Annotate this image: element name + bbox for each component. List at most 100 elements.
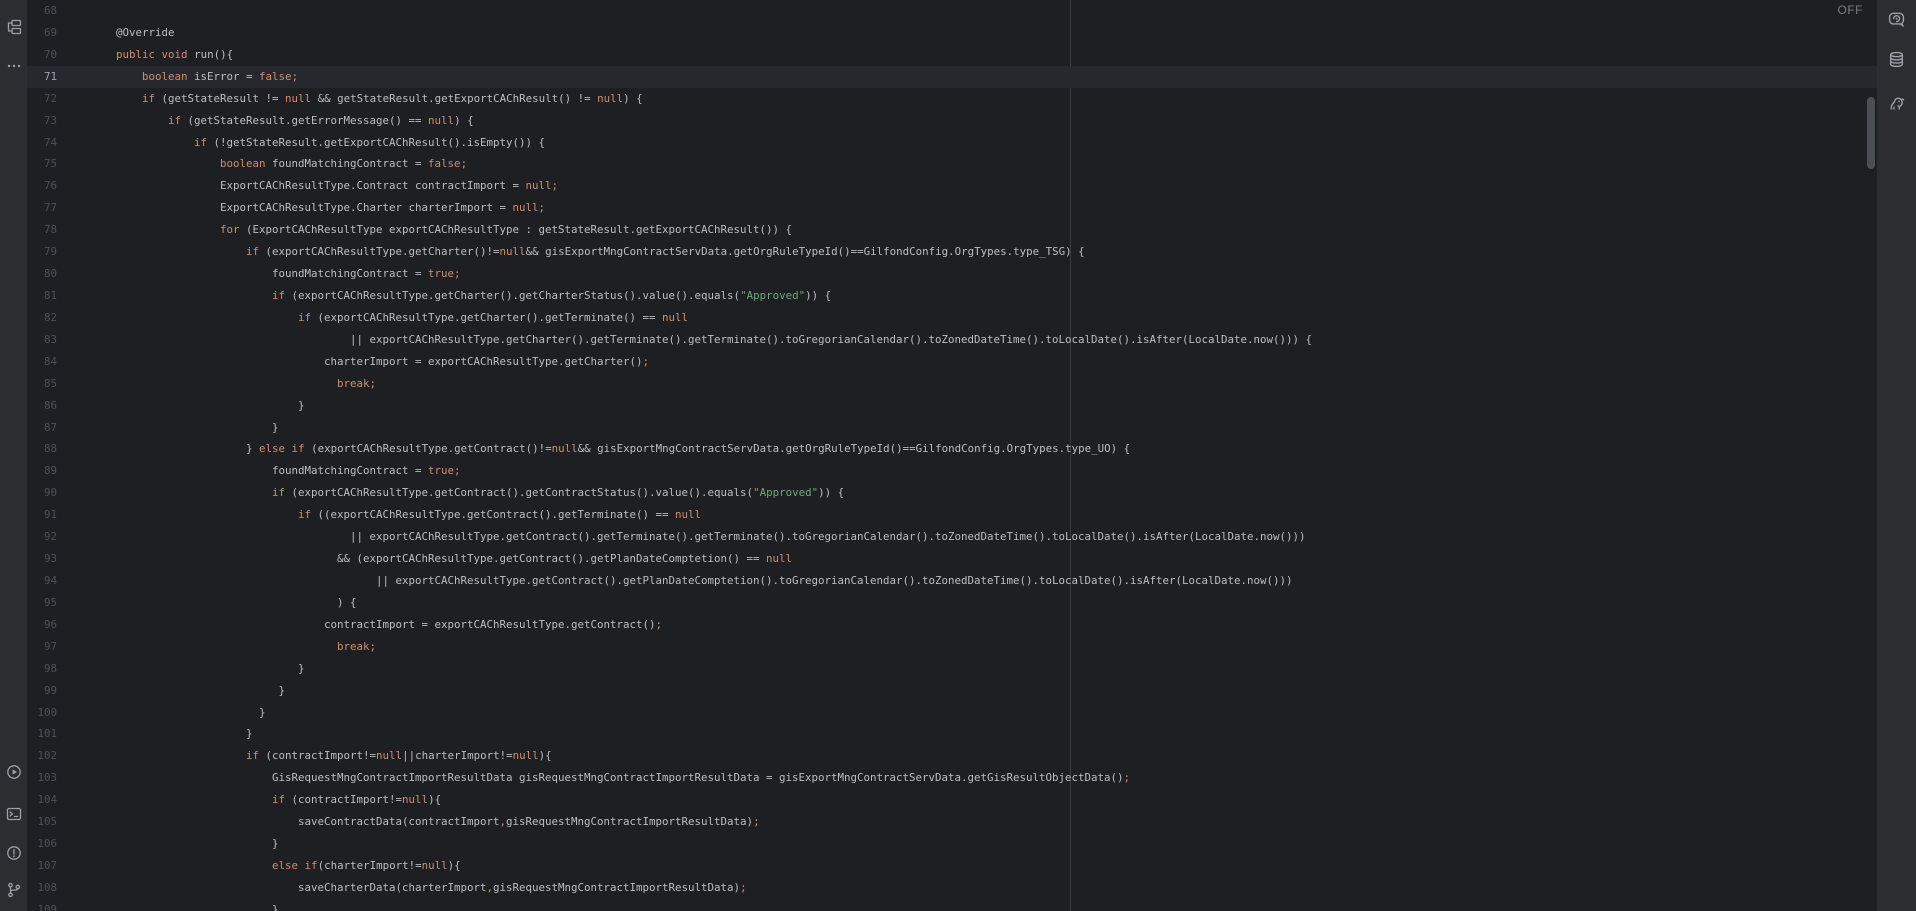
code-line-94[interactable]: 94 || exportCAChResultType.getContract()… <box>27 570 1877 592</box>
line-number[interactable]: 107 <box>27 855 88 877</box>
terminal-tool-button[interactable] <box>4 804 24 824</box>
line-number[interactable]: 86 <box>27 395 88 417</box>
code-line-86[interactable]: 86 } <box>27 395 1877 417</box>
code-text: } <box>90 837 279 851</box>
line-number[interactable]: 74 <box>27 132 88 154</box>
line-number[interactable]: 73 <box>27 110 88 132</box>
line-number[interactable]: 68 <box>27 0 88 22</box>
line-number[interactable]: 106 <box>27 833 88 855</box>
code-line-103[interactable]: 103 GisRequestMngContractImportResultDat… <box>27 767 1877 789</box>
line-number[interactable]: 108 <box>27 877 88 899</box>
line-number[interactable]: 88 <box>27 438 88 460</box>
code-line-92[interactable]: 92 || exportCAChResultType.getContract()… <box>27 526 1877 548</box>
code-line-76[interactable]: 76 ExportCAChResultType.Contract contrac… <box>27 175 1877 197</box>
line-number[interactable]: 70 <box>27 44 88 66</box>
code-line-82[interactable]: 82 if (exportCAChResultType.getCharter()… <box>27 307 1877 329</box>
line-number[interactable]: 69 <box>27 22 88 44</box>
code-text: saveContractData(contractImport,gisReque… <box>90 815 760 829</box>
code-line-109[interactable]: 109 } <box>27 899 1877 911</box>
code-text: for (ExportCAChResultType exportCAChResu… <box>220 223 793 237</box>
code-line-104[interactable]: 104 if (contractImport!=null){ <box>27 789 1877 811</box>
code-line-97[interactable]: 97 break; <box>27 636 1877 658</box>
line-number[interactable]: 89 <box>27 460 88 482</box>
line-number[interactable]: 84 <box>27 351 88 373</box>
line-number[interactable]: 92 <box>27 526 88 548</box>
line-number[interactable]: 81 <box>27 285 88 307</box>
code-line-98[interactable]: 98 } <box>27 658 1877 680</box>
line-number[interactable]: 94 <box>27 570 88 592</box>
line-number[interactable]: 99 <box>27 680 88 702</box>
code-line-106[interactable]: 106 } <box>27 833 1877 855</box>
code-line-78[interactable]: 78 for (ExportCAChResultType exportCAChR… <box>27 219 1877 241</box>
database-tool-button[interactable] <box>1887 49 1907 69</box>
code-line-89[interactable]: 89 foundMatchingContract = true; <box>27 460 1877 482</box>
code-line-108[interactable]: 108 saveCharterData(charterImport,gisReq… <box>27 877 1877 899</box>
ai-assistant-tool-button[interactable] <box>1887 9 1907 29</box>
code-line-99[interactable]: 99 } <box>27 680 1877 702</box>
code-line-68[interactable]: 68 <box>27 0 1877 22</box>
gradle-tool-button[interactable] <box>1887 93 1907 113</box>
line-number[interactable]: 97 <box>27 636 88 658</box>
code-line-72[interactable]: 72 if (getStateResult != null && getStat… <box>27 88 1877 110</box>
code-line-81[interactable]: 81 if (exportCAChResultType.getCharter()… <box>27 285 1877 307</box>
inspection-highlighting-badge[interactable]: OFF <box>1838 3 1864 17</box>
line-number[interactable]: 100 <box>27 702 88 724</box>
code-editor[interactable]: OFF 68 69 @Override 70 public void run(){7… <box>27 0 1877 911</box>
structure-tool-button[interactable] <box>4 17 24 37</box>
line-number[interactable]: 75 <box>27 153 88 175</box>
editor-scrollbar-thumb[interactable] <box>1867 97 1875 169</box>
line-number[interactable]: 91 <box>27 504 88 526</box>
code-line-75[interactable]: 75 boolean foundMatchingContract = false… <box>27 153 1877 175</box>
code-line-102[interactable]: 102 if (contractImport!=null||charterImp… <box>27 745 1877 767</box>
code-line-105[interactable]: 105 saveContractData(contractImport,gisR… <box>27 811 1877 833</box>
line-number[interactable]: 72 <box>27 88 88 110</box>
problems-tool-button[interactable] <box>4 843 24 863</box>
code-line-69[interactable]: 69 @Override <box>27 22 1877 44</box>
code-line-83[interactable]: 83 || exportCAChResultType.getCharter().… <box>27 329 1877 351</box>
code-line-77[interactable]: 77 ExportCAChResultType.Charter charterI… <box>27 197 1877 219</box>
code-line-88[interactable]: 88 } else if (exportCAChResultType.getCo… <box>27 438 1877 460</box>
line-number[interactable]: 102 <box>27 745 88 767</box>
line-number[interactable]: 85 <box>27 373 88 395</box>
line-number[interactable]: 76 <box>27 175 88 197</box>
line-number[interactable]: 103 <box>27 767 88 789</box>
code-line-87[interactable]: 87 } <box>27 417 1877 439</box>
code-line-80[interactable]: 80 foundMatchingContract = true; <box>27 263 1877 285</box>
line-number[interactable]: 78 <box>27 219 88 241</box>
code-line-91[interactable]: 91 if ((exportCAChResultType.getContract… <box>27 504 1877 526</box>
code-line-90[interactable]: 90 if (exportCAChResultType.getContract(… <box>27 482 1877 504</box>
code-line-95[interactable]: 95 ) { <box>27 592 1877 614</box>
code-line-107[interactable]: 107 else if(charterImport!=null){ <box>27 855 1877 877</box>
code-line-93[interactable]: 93 && (exportCAChResultType.getContract(… <box>27 548 1877 570</box>
code-line-74[interactable]: 74 if (!getStateResult.getExportCAChResu… <box>27 132 1877 154</box>
line-number[interactable]: 80 <box>27 263 88 285</box>
code-line-79[interactable]: 79 if (exportCAChResultType.getCharter()… <box>27 241 1877 263</box>
line-number[interactable]: 87 <box>27 417 88 439</box>
more-tool-windows-button[interactable] <box>4 56 24 76</box>
version-control-tool-button[interactable] <box>4 880 24 900</box>
code-line-96[interactable]: 96 contractImport = exportCAChResultType… <box>27 614 1877 636</box>
code-line-100[interactable]: 100 } <box>27 702 1877 724</box>
code-line-73[interactable]: 73 if (getStateResult.getErrorMessage() … <box>27 110 1877 132</box>
line-number[interactable]: 105 <box>27 811 88 833</box>
line-number[interactable]: 98 <box>27 658 88 680</box>
code-line-70[interactable]: 70 public void run(){ <box>27 44 1877 66</box>
line-number[interactable]: 93 <box>27 548 88 570</box>
code-line-101[interactable]: 101 } <box>27 723 1877 745</box>
line-number[interactable]: 109 <box>27 899 88 911</box>
code-line-71[interactable]: 71 boolean isError = false; <box>27 65 1877 88</box>
line-number[interactable]: 77 <box>27 197 88 219</box>
line-number[interactable]: 96 <box>27 614 88 636</box>
line-number[interactable]: 90 <box>27 482 88 504</box>
code-line-85[interactable]: 85 break; <box>27 373 1877 395</box>
line-number[interactable]: 95 <box>27 592 88 614</box>
line-number[interactable]: 104 <box>27 789 88 811</box>
code-text: if (contractImport!=null||charterImport!… <box>246 749 552 763</box>
line-number[interactable]: 101 <box>27 723 88 745</box>
line-number[interactable]: 82 <box>27 307 88 329</box>
line-number[interactable]: 71 <box>27 66 88 88</box>
run-tool-button[interactable] <box>4 762 24 782</box>
line-number[interactable]: 83 <box>27 329 88 351</box>
code-line-84[interactable]: 84 charterImport = exportCAChResultType.… <box>27 351 1877 373</box>
line-number[interactable]: 79 <box>27 241 88 263</box>
